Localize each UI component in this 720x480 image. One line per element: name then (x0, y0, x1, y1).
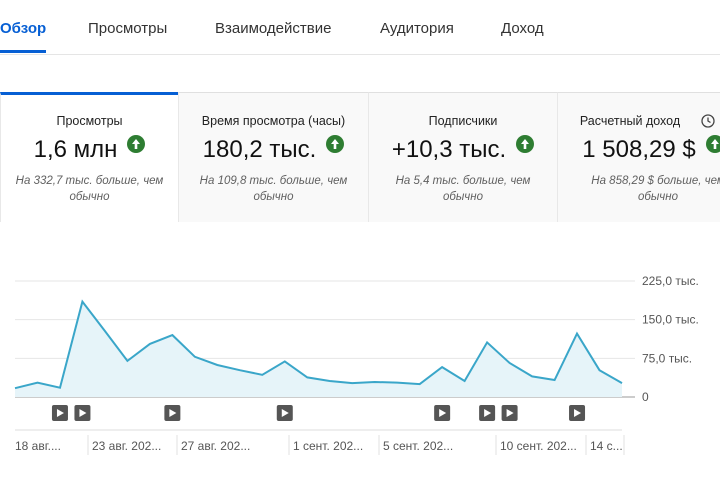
metric-card-title: Расчетный доход (579, 114, 681, 128)
tab-audience[interactable]: Аудитория (380, 20, 454, 37)
tab-views[interactable]: Просмотры (88, 20, 167, 37)
metric-card-subscribers[interactable]: Подписчики +10,3 тыс. На 5,4 тыс. больше… (368, 92, 557, 222)
x-tick-label: 27 авг. 202... (181, 439, 250, 453)
video-play-marker[interactable] (74, 405, 91, 421)
video-markers (15, 405, 622, 431)
metric-card-value: 1,6 млн (33, 136, 118, 163)
metric-card-value: 180,2 тыс. (202, 136, 317, 163)
up-arrow-icon (326, 135, 345, 153)
video-play-marker[interactable] (164, 405, 181, 421)
up-arrow-icon (127, 135, 146, 153)
x-tick-label: 23 авг. 202... (92, 439, 161, 453)
x-tick-label: 18 авг.... (15, 439, 61, 453)
chart-canvas: 225,0 тыс. 150,0 тыс. 75,0 тыс. 0 18 авг...… (14, 274, 699, 455)
metric-card-title: Просмотры (56, 114, 123, 128)
metric-card-revenue[interactable]: Расчетный доход 1 508,29 $ На 858,29 $ б… (557, 92, 720, 222)
video-play-marker[interactable] (479, 405, 496, 421)
video-play-marker[interactable] (276, 405, 293, 421)
up-arrow-icon (516, 135, 535, 153)
video-play-marker[interactable] (434, 405, 451, 421)
x-tick-label: 1 сент. 202... (293, 439, 363, 453)
metric-cards: Просмотры 1,6 млн На 332,7 тыс. больше, … (0, 92, 720, 222)
video-play-marker[interactable] (51, 405, 68, 421)
views-chart: 225,0 тыс. 150,0 тыс. 75,0 тыс. 0 18 авг...… (0, 260, 720, 480)
metric-card-value-row: 1 508,29 $ (558, 135, 720, 164)
x-axis-labels: 18 авг.... 23 авг. 202... 27 авг. 202... 1 … (15, 435, 625, 455)
clock-icon[interactable] (701, 114, 715, 133)
metric-card-value: 1 508,29 $ (582, 136, 696, 163)
x-tick-label: 5 сент. 202... (383, 439, 453, 453)
up-arrow-icon (705, 135, 720, 153)
metric-card-views[interactable]: Просмотры 1,6 млн На 332,7 тыс. больше, … (0, 92, 178, 222)
metric-card-comparison: На 858,29 $ больше, чем обычно (591, 175, 720, 203)
tab-engagement[interactable]: Взаимодействие (215, 20, 331, 37)
tab-bar: Обзор Просмотры Взаимодействие Аудитория… (0, 0, 720, 55)
metric-card-watch-time[interactable]: Время просмотра (часы) 180,2 тыс. На 109… (178, 92, 368, 222)
x-tick-label: 14 с... (590, 439, 623, 453)
metric-card-value-row: 1,6 млн (1, 135, 178, 164)
tab-revenue[interactable]: Доход (501, 20, 544, 37)
x-tick-label: 10 сент. 202... (500, 439, 577, 453)
metric-card-comparison: На 5,4 тыс. больше, чем обычно (395, 175, 531, 203)
y-axis-labels: 225,0 тыс. 150,0 тыс. 75,0 тыс. 0 (642, 274, 699, 404)
video-play-marker[interactable] (569, 405, 586, 421)
metric-card-title: Подписчики (428, 114, 498, 128)
metric-card-comparison: На 332,7 тыс. больше, чем обычно (15, 175, 164, 203)
metric-card-value-row: 180,2 тыс. (179, 135, 368, 164)
metric-card-comparison: На 109,8 тыс. больше, чем обычно (199, 175, 348, 203)
metric-card-value-row: +10,3 тыс. (369, 135, 557, 164)
tab-active-indicator (0, 50, 46, 53)
chart-area (15, 301, 622, 397)
y-tick-label: 0 (642, 390, 649, 404)
metric-card-value: +10,3 тыс. (391, 136, 507, 163)
tab-overview[interactable]: Обзор (0, 20, 46, 37)
y-tick-label: 150,0 тыс. (642, 313, 699, 327)
video-play-marker[interactable] (501, 405, 518, 421)
y-tick-label: 225,0 тыс. (642, 274, 699, 288)
y-tick-label: 75,0 тыс. (642, 351, 692, 365)
metric-card-title: Время просмотра (часы) (201, 114, 346, 128)
